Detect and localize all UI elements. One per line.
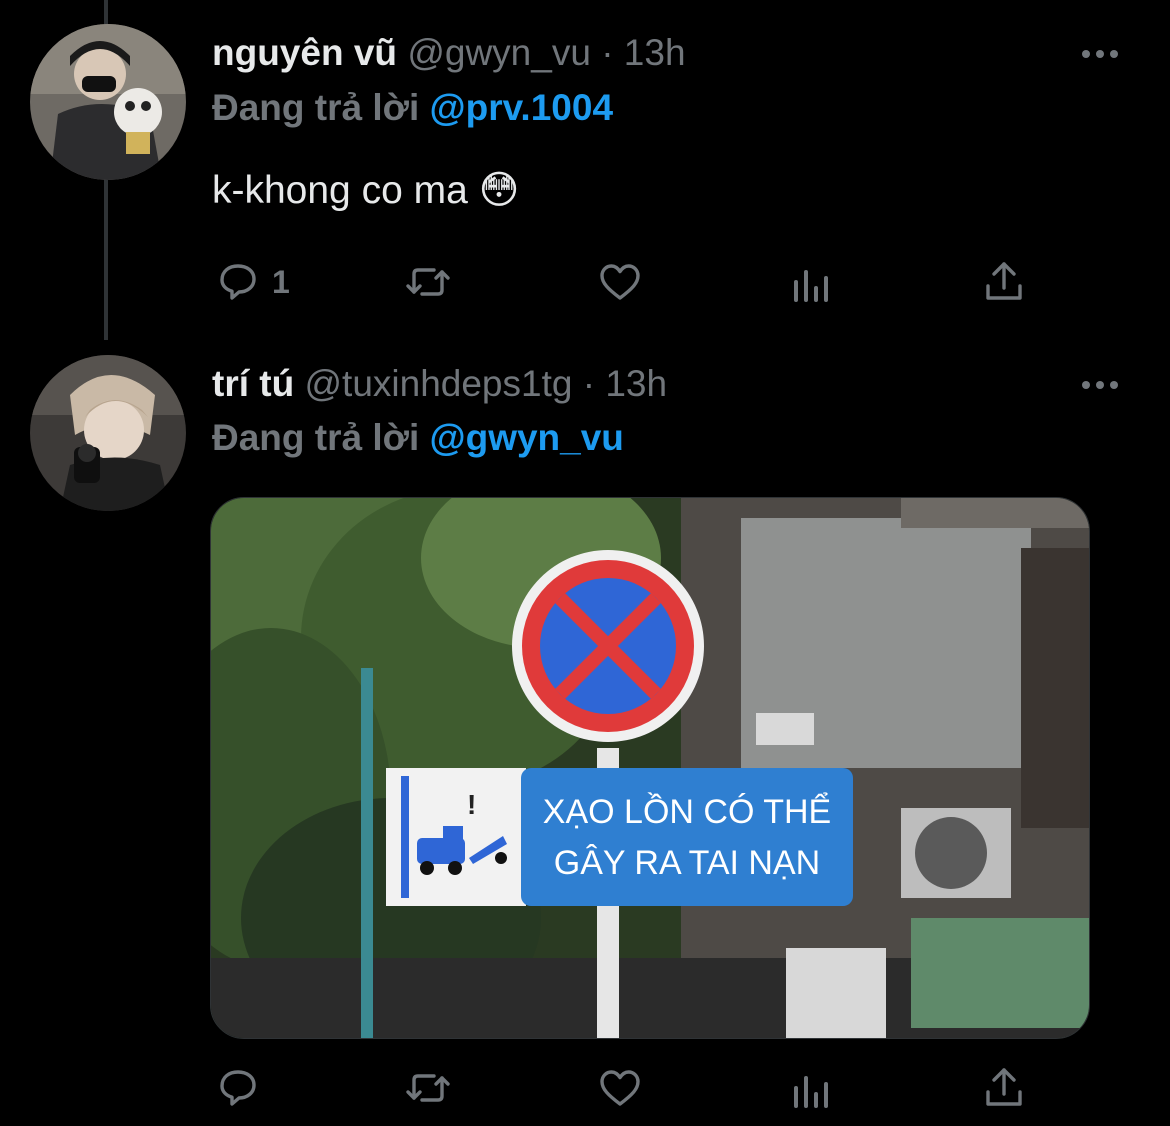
share-icon <box>986 262 1022 300</box>
more-options-button[interactable] <box>1080 34 1120 73</box>
analytics-button[interactable] <box>788 260 836 308</box>
replying-to: Đang trả lời @gwyn_vu <box>212 417 624 459</box>
reply-button[interactable] <box>214 1064 262 1112</box>
tweet-header: trí tú @tuxinhdeps1tg · 13h <box>212 363 667 405</box>
reply-count: 1 <box>272 263 290 300</box>
replying-to: Đang trả lời @prv.1004 <box>212 87 613 129</box>
share-button[interactable] <box>980 258 1028 306</box>
analytics-button[interactable] <box>788 1066 836 1114</box>
more-options-button[interactable] <box>1080 365 1120 404</box>
sign-text-line-1: XẠO LỒN CÓ THỂ <box>543 793 831 831</box>
separator-dot: · <box>601 32 614 73</box>
replying-to-label: Đang trả lời <box>212 87 420 128</box>
user-handle[interactable]: @tuxinhdeps1tg <box>304 363 572 404</box>
display-name[interactable]: nguyên vũ <box>212 32 397 73</box>
like-button[interactable] <box>596 258 644 306</box>
analytics-icon <box>794 1076 828 1108</box>
share-icon <box>986 1068 1022 1106</box>
replying-to-label: Đang trả lời <box>212 417 420 458</box>
retweet-button[interactable] <box>404 1064 452 1112</box>
avatar[interactable] <box>30 24 186 180</box>
retweet-button[interactable] <box>404 258 452 306</box>
sign-text-line-2: GÂY RA TAI NẠN <box>554 844 820 882</box>
separator-dot: · <box>582 363 596 404</box>
more-horizontal-icon <box>1082 381 1118 389</box>
retweet-icon <box>406 1074 450 1102</box>
timestamp[interactable]: 13h <box>605 363 667 404</box>
tweet-image[interactable]: ! XẠO LỒN CÓ THỂ GÂY RA TAI NẠN <box>210 497 1090 1039</box>
heart-icon <box>600 264 640 300</box>
retweet-icon <box>406 268 450 296</box>
reply-icon <box>220 1070 256 1106</box>
analytics-icon <box>794 270 828 302</box>
reply-icon <box>220 264 256 300</box>
mention-link[interactable]: @gwyn_vu <box>430 417 624 458</box>
street-sign-photo: ! XẠO LỒN CÓ THỂ GÂY RA TAI NẠN <box>211 498 1089 1038</box>
timestamp[interactable]: 13h <box>624 32 686 73</box>
reply-button[interactable]: 1 <box>214 258 290 306</box>
warning-mark: ! <box>467 789 476 820</box>
mention-link[interactable]: @prv.1004 <box>430 87 614 128</box>
tweet-header: nguyên vũ @gwyn_vu · 13h <box>212 32 686 74</box>
avatar[interactable] <box>30 355 186 511</box>
tweet-text: k-khong co ma 😳 <box>212 169 520 212</box>
display-name[interactable]: trí tú <box>212 363 294 404</box>
user-handle[interactable]: @gwyn_vu <box>407 32 591 73</box>
more-horizontal-icon <box>1082 50 1118 58</box>
share-button[interactable] <box>980 1064 1028 1112</box>
heart-icon <box>600 1070 640 1106</box>
like-button[interactable] <box>596 1064 644 1112</box>
